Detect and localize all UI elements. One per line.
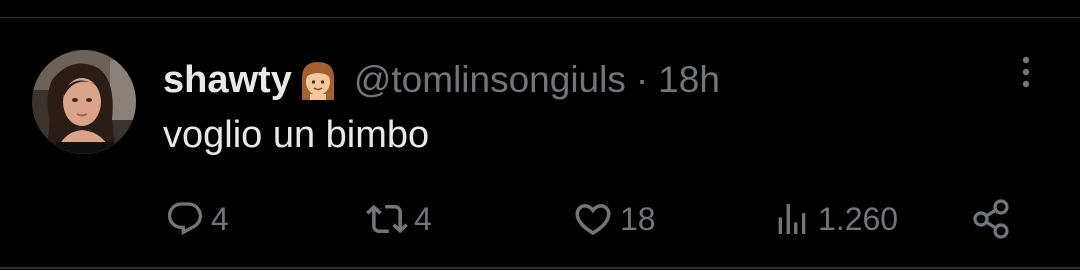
profile-photo-icon — [32, 50, 136, 154]
timestamp[interactable]: 18h — [658, 59, 720, 101]
divider — [0, 17, 1080, 18]
retweet-icon — [366, 204, 408, 234]
heart-icon — [575, 204, 611, 236]
display-name[interactable]: shawty — [163, 59, 292, 102]
girl-emoji-icon — [296, 58, 340, 102]
views-count: 1.260 — [818, 200, 899, 237]
reply-button[interactable]: 4 — [165, 192, 229, 246]
tweet[interactable]: shawty @tomlinsongiuls · 18h voglio un b… — [0, 0, 1080, 270]
action-bar: 4 4 18 1.260 — [0, 192, 1080, 246]
tweet-header: shawty @tomlinsongiuls · 18h — [163, 54, 720, 106]
user-handle[interactable]: @tomlinsongiuls — [354, 59, 626, 101]
tweet-text: voglio un bimbo — [163, 114, 430, 156]
reply-icon — [167, 202, 203, 236]
avatar[interactable] — [32, 50, 136, 154]
retweet-count: 4 — [414, 200, 432, 237]
reply-count: 4 — [211, 200, 229, 237]
share-button[interactable] — [970, 192, 1014, 246]
like-button[interactable]: 18 — [572, 192, 656, 246]
more-options-button[interactable] — [1010, 52, 1042, 92]
more-vertical-icon — [1022, 56, 1030, 88]
like-count: 18 — [620, 200, 656, 237]
divider — [0, 267, 1080, 269]
views-button[interactable]: 1.260 — [772, 192, 898, 246]
retweet-button[interactable]: 4 — [366, 192, 432, 246]
separator: · — [635, 59, 649, 100]
share-icon — [973, 199, 1009, 239]
views-icon — [778, 204, 806, 234]
